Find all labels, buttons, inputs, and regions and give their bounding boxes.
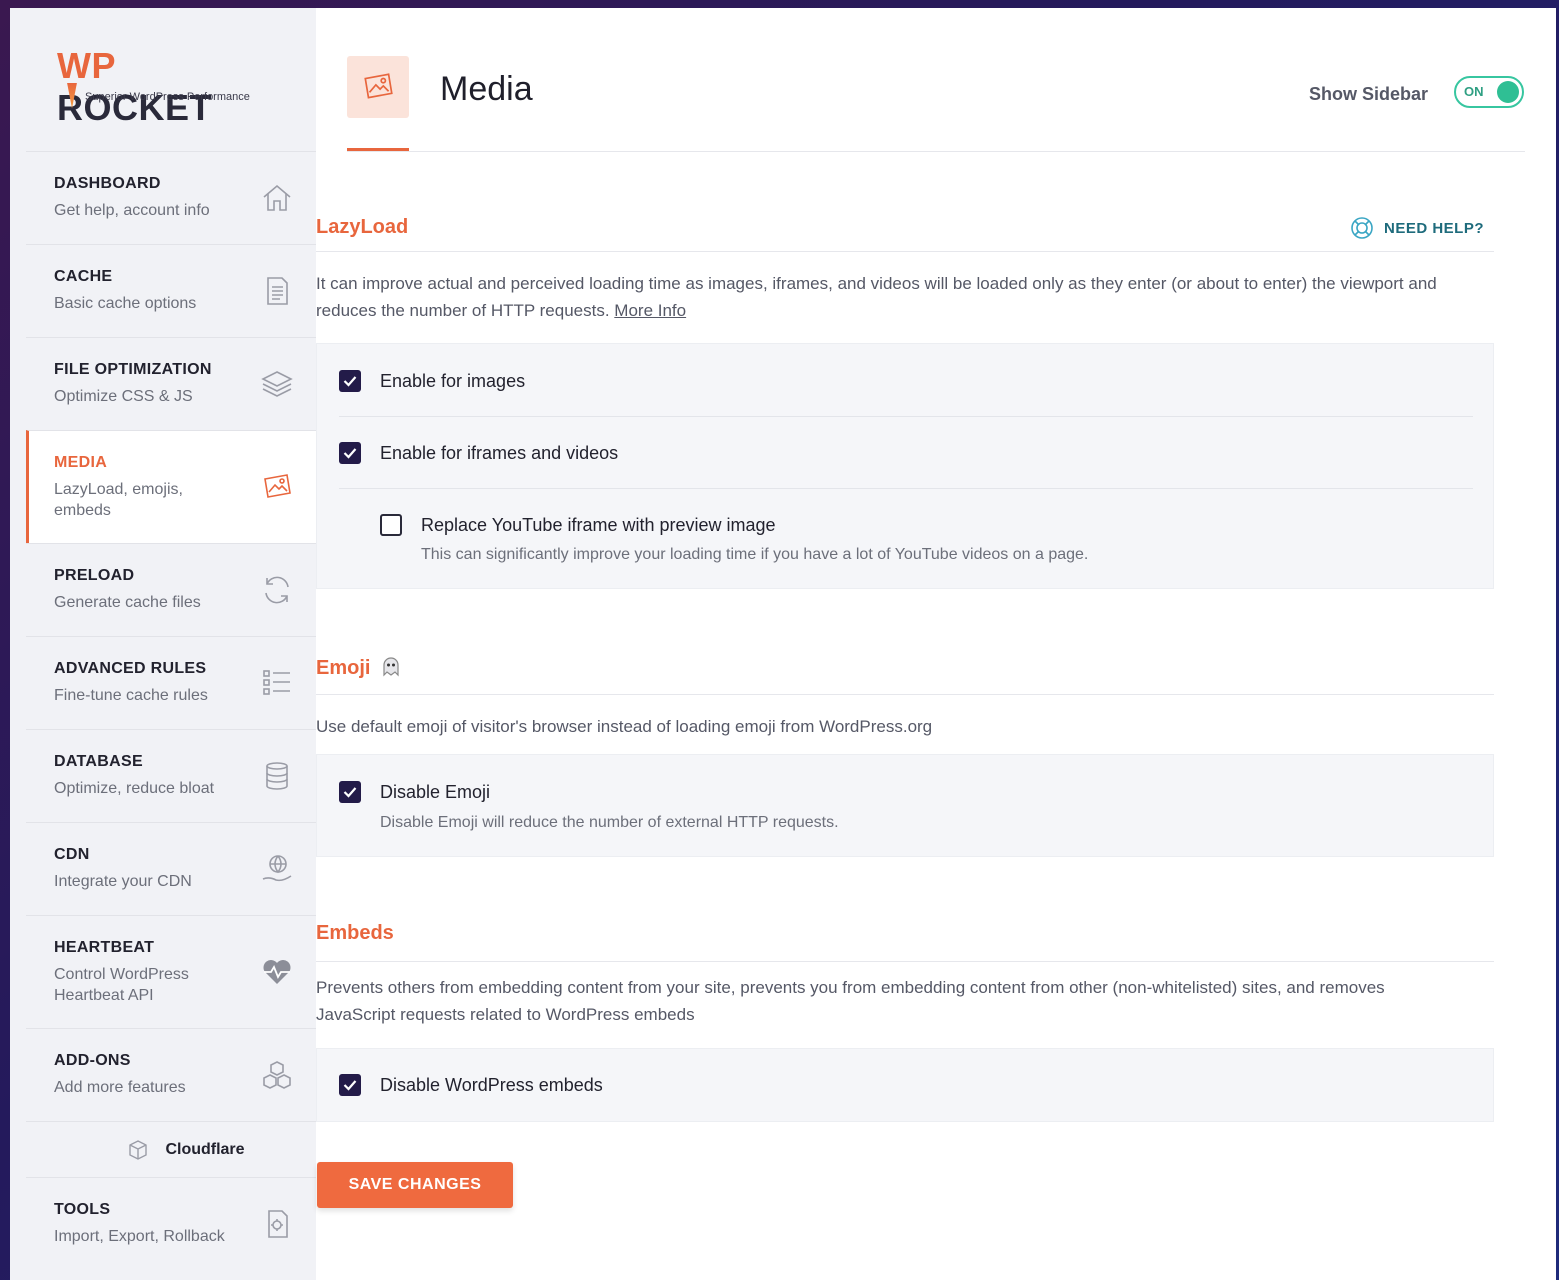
logo: WP ROCKET Superior WordPress Performance [10, 8, 316, 151]
sidebar-item-subtitle: Optimize CSS & JS [54, 388, 193, 405]
page-title: Media [440, 70, 533, 108]
embeds-description: Prevents others from embedding content f… [316, 978, 1385, 1024]
media-badge [347, 56, 409, 118]
sidebar-item-cache[interactable]: CACHE Basic cache options [26, 244, 316, 337]
need-help-link[interactable]: NEED HELP? [1350, 216, 1484, 240]
show-sidebar-toggle[interactable]: ON [1454, 76, 1524, 108]
sidebar-item-subtitle: Optimize, reduce bloat [54, 780, 215, 797]
enable-iframes-option: Enable for iframes and videos [339, 442, 618, 464]
sidebar-item-subtitle: Add more features [54, 1079, 186, 1096]
file-icon [267, 277, 288, 305]
toggle-knob [1497, 81, 1519, 103]
emoji-section-header: Emoji [316, 649, 1494, 695]
logo-title: WP ROCKET [57, 44, 212, 128]
enable-images-option: Enable for images [339, 370, 525, 392]
sidebar-item-subtitle: Get help, account info [54, 202, 210, 219]
sidebar-item-tools[interactable]: TOOLS Import, Export, Rollback [26, 1177, 316, 1270]
sidebar-item-title: MEDIA [54, 453, 108, 471]
disable-embeds-label: Disable WordPress embeds [380, 1074, 603, 1095]
lazyload-options-box: Enable for images Enable for iframes and… [316, 343, 1494, 589]
disable-embeds-option: Disable WordPress embeds [339, 1074, 603, 1096]
emoji-description: Use default emoji of visitor's browser i… [316, 717, 933, 736]
lazyload-title: LazyLoad [316, 216, 409, 238]
disable-emoji-description: Disable Emoji will reduce the number of … [380, 814, 839, 831]
sidebar-item-add-ons[interactable]: ADD-ONS Add more features [26, 1028, 316, 1121]
emoji-title-text: Emoji [316, 657, 371, 679]
sidebar-item-database[interactable]: DATABASE Optimize, reduce bloat [26, 729, 316, 822]
refresh-icon [265, 576, 289, 604]
embeds-title: Embeds [316, 922, 394, 944]
main-content: Media Show Sidebar ON LazyLoad NEED HELP… [316, 8, 1556, 1280]
show-sidebar-label: Show Sidebar [1309, 84, 1429, 104]
sidebar-item-heartbeat[interactable]: HEARTBEAT Control WordPress Heartbeat AP… [26, 915, 316, 1028]
youtube-preview-label: Replace YouTube iframe with preview imag… [421, 514, 776, 535]
database-icon [266, 762, 288, 790]
image-icon [264, 474, 291, 498]
enable-iframes-label: Enable for iframes and videos [380, 442, 619, 463]
tools-file-icon [268, 1210, 288, 1238]
enable-iframes-checkbox[interactable] [339, 442, 361, 464]
sidebar-item-subtitle: Import, Export, Rollback [54, 1228, 225, 1245]
lazyload-description: It can improve actual and perceived load… [316, 270, 1466, 324]
image-icon [364, 73, 393, 99]
divider [339, 488, 1473, 489]
sidebar-item-advanced-rules[interactable]: ADVANCED RULES Fine-tune cache rules [26, 636, 316, 729]
layers-icon [261, 371, 293, 397]
toggle-state-label: ON [1464, 84, 1484, 99]
lifebuoy-icon [1351, 217, 1373, 239]
sidebar-item-cloudflare[interactable]: Cloudflare [26, 1121, 316, 1177]
cubes-icon [263, 1061, 291, 1089]
sidebar-item-title: Cloudflare [165, 1140, 245, 1158]
header-divider [347, 151, 1525, 152]
enable-images-checkbox[interactable] [339, 370, 361, 392]
sidebar-item-subtitle: Basic cache options [54, 295, 197, 312]
check-icon [343, 787, 357, 798]
enable-images-label: Enable for images [380, 370, 526, 391]
sidebar-item-cdn[interactable]: CDN Integrate your CDN [26, 822, 316, 915]
emoji-options-box: Disable Emoji Disable Emoji will reduce … [316, 754, 1494, 857]
save-changes-button[interactable]: SAVE CHANGES [317, 1162, 513, 1208]
heartbeat-icon [263, 960, 291, 984]
sidebar-item-subtitle: LazyLoad, emojis, embeds [54, 480, 183, 519]
lazyload-description-text: It can improve actual and perceived load… [316, 274, 1437, 320]
sidebar-item-subtitle: Control WordPress Heartbeat API [54, 965, 189, 1004]
disable-emoji-option: Disable Emoji [339, 781, 490, 803]
check-icon [343, 448, 357, 459]
lazyload-section-header: LazyLoad NEED HELP? [316, 208, 1494, 252]
sidebar-item-subtitle: Generate cache files [54, 594, 201, 611]
sidebar: WP ROCKET Superior WordPress Performance… [10, 8, 316, 1280]
sidebar-item-subtitle: Fine-tune cache rules [54, 687, 208, 704]
embeds-section-header: Embeds [316, 916, 1494, 962]
sidebar-item-file-optimization[interactable]: FILE OPTIMIZATION Optimize CSS & JS [26, 337, 316, 430]
youtube-preview-description: This can significantly improve your load… [421, 546, 1089, 563]
youtube-preview-checkbox[interactable] [380, 514, 402, 536]
disable-emoji-checkbox[interactable] [339, 781, 361, 803]
divider [339, 416, 1473, 417]
sidebar-item-title: HEARTBEAT [54, 938, 155, 956]
logo-tagline: Superior WordPress Performance [85, 90, 250, 103]
globe-hand-icon [262, 855, 292, 882]
more-info-link[interactable]: More Info [614, 301, 686, 320]
check-icon [343, 1080, 357, 1091]
sidebar-item-preload[interactable]: PRELOAD Generate cache files [26, 543, 316, 636]
sidebar-item-dashboard[interactable]: DASHBOARD Get help, account info [26, 151, 316, 244]
page-header: Media Show Sidebar ON [347, 8, 1556, 152]
check-icon [343, 376, 357, 387]
sidebar-item-media[interactable]: MEDIA LazyLoad, emojis, embeds [26, 430, 316, 543]
ghost-emoji-icon [383, 657, 399, 677]
emoji-title: Emoji [316, 655, 402, 680]
need-help-label: NEED HELP? [1383, 219, 1484, 237]
sidebar-item-subtitle: Integrate your CDN [54, 873, 192, 890]
list-icon [263, 670, 290, 695]
home-icon [263, 184, 291, 211]
app-window: WP ROCKET Superior WordPress Performance… [10, 8, 1556, 1280]
disable-emoji-label: Disable Emoji [380, 781, 491, 802]
cube-icon [129, 1139, 148, 1160]
embeds-options-box: Disable WordPress embeds [316, 1048, 1494, 1122]
disable-embeds-checkbox[interactable] [339, 1074, 361, 1096]
youtube-preview-option: Replace YouTube iframe with preview imag… [380, 514, 776, 536]
